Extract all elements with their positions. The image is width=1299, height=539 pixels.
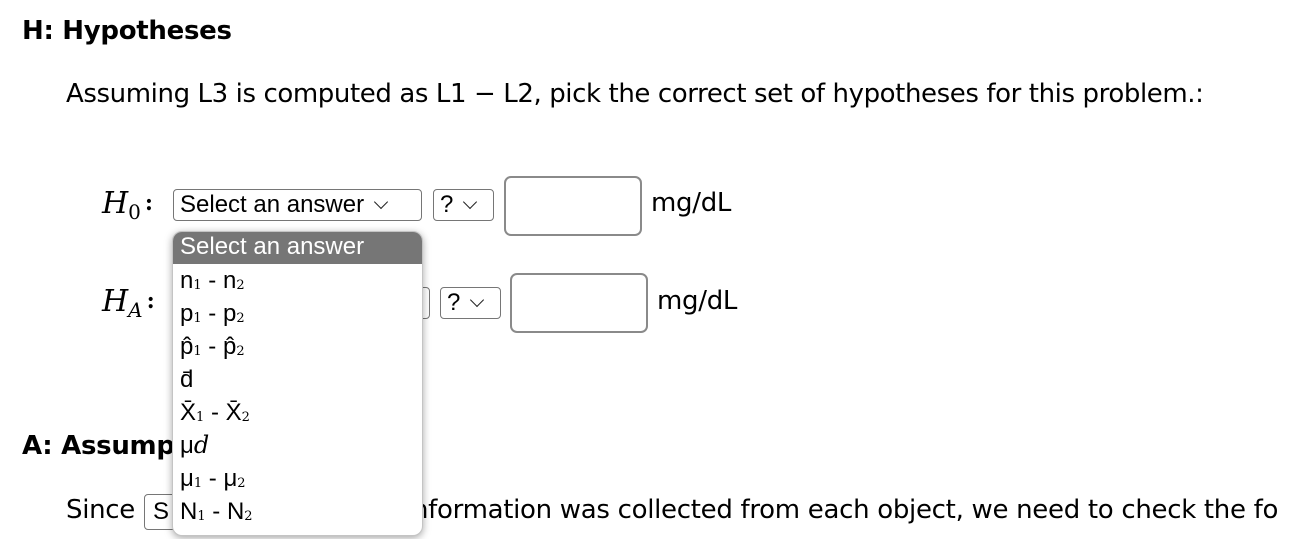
dropdown-option-phat1-phat2[interactable]: p̂1 - p̂2 (173, 330, 422, 363)
h0-operator-select-value: ? (440, 191, 454, 218)
option-text: X̄ (225, 399, 242, 426)
option-sub: 1 (193, 344, 202, 359)
ha-operator-select[interactable]: ? (440, 287, 501, 319)
parameter-dropdown-list[interactable]: Select an answer n1 - n2 p1 - p2 p̂1 - p… (172, 231, 423, 536)
option-text: n (180, 267, 194, 294)
chevron-down-icon (374, 194, 389, 210)
since-rest-text: nformation was collected from each objec… (412, 495, 1279, 525)
ha-label-main: H (102, 284, 129, 319)
option-text: p̂ (222, 333, 237, 360)
option-text: μ (180, 465, 194, 492)
h0-value-input[interactable] (504, 176, 642, 236)
section-heading-hypotheses: H: Hypotheses (22, 16, 232, 46)
h0-label-main: H (102, 186, 129, 221)
chevron-down-icon (463, 194, 478, 210)
option-sub: 2 (236, 278, 245, 293)
h0-colon: : (144, 190, 154, 216)
ha-value-input[interactable] (510, 273, 648, 333)
dropdown-option-dbar[interactable]: d̄ (173, 363, 422, 396)
option-text: n (222, 267, 237, 294)
h0-parameter-select-value: Select an answer (180, 191, 365, 218)
option-sub: 2 (237, 476, 246, 491)
option-text: p̂ (180, 333, 194, 360)
dropdown-option-xbar1-xbar2[interactable]: X̄1 - X̄2 (173, 396, 422, 429)
ha-label: HA: (102, 284, 155, 322)
option-text: X̄ (180, 399, 197, 426)
option-sub: 2 (241, 410, 250, 425)
option-sub: 2 (236, 311, 245, 326)
option-sub: 2 (236, 344, 245, 359)
option-text: p (180, 300, 194, 327)
h0-label: H0: (102, 186, 153, 224)
option-text: - (201, 333, 223, 360)
option-sub: 1 (197, 509, 206, 524)
h0-parameter-select[interactable]: Select an answer (173, 189, 422, 221)
dropdown-option-mu1-mu2[interactable]: μ1 - μ2 (173, 462, 422, 495)
option-italic: d (193, 431, 210, 459)
ha-colon: : (146, 288, 155, 314)
option-text: N (226, 498, 245, 525)
option-text: p (222, 300, 237, 327)
option-text: - (202, 465, 224, 492)
ha-operator-select-value: ? (447, 289, 461, 316)
dropdown-option-p1-p2[interactable]: p1 - p2 (173, 297, 422, 330)
option-text: - (205, 498, 227, 525)
section-heading-assumptions: A: Assumpt (22, 431, 187, 461)
option-text: - (201, 300, 223, 327)
chevron-down-icon (470, 292, 485, 308)
option-sub: 2 (244, 509, 253, 524)
question-prompt: Assuming L3 is computed as L1 − L2, pick… (66, 79, 1204, 109)
h0-unit: mg/dL (651, 188, 732, 218)
option-text: - (201, 267, 223, 294)
since-lead-text: Since (66, 495, 135, 525)
h0-label-sub: 0 (128, 200, 141, 224)
option-text: μ (223, 465, 238, 492)
option-text: d̄ (180, 366, 194, 393)
dropdown-option-mu-d[interactable]: μd (173, 429, 422, 462)
option-text: N (180, 498, 198, 525)
ha-unit: mg/dL (657, 286, 738, 316)
dropdown-option-N1-N2[interactable]: N1 - N2 (173, 495, 422, 528)
option-text: - (204, 399, 226, 426)
dropdown-option-n1-n2[interactable]: n1 - n2 (173, 264, 422, 297)
option-sub: 1 (193, 278, 202, 293)
dropdown-option-select-an-answer[interactable]: Select an answer (173, 232, 422, 264)
h0-operator-select[interactable]: ? (433, 189, 494, 221)
option-sub: 1 (193, 311, 202, 326)
ha-label-sub: A (128, 298, 143, 322)
option-text: μ (180, 432, 194, 459)
option-sub: 1 (193, 476, 203, 491)
